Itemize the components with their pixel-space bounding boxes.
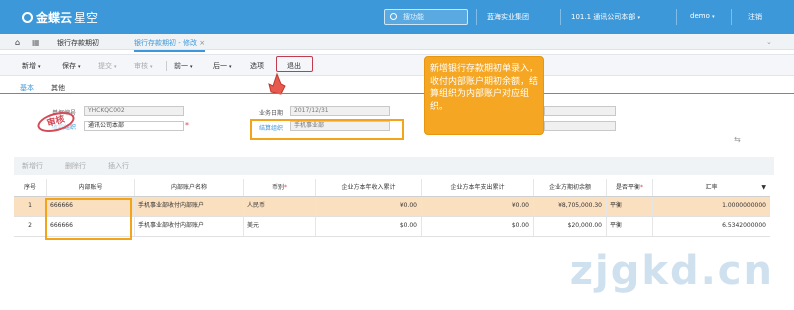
biz-date-label: 业务日期 [259, 110, 284, 117]
search-icon [390, 13, 397, 20]
account-switcher[interactable]: 101.1 通讯公司本部 ▾ [571, 12, 640, 22]
new-button[interactable]: 新增 ▾ [22, 61, 41, 71]
close-icon: × [199, 39, 206, 47]
col-income[interactable]: 企业方本年收入累计 [316, 179, 422, 196]
submit-button[interactable]: 提交 ▾ [98, 61, 117, 71]
org-field[interactable]: 通讯公司本部 [84, 121, 184, 131]
col-currency[interactable]: 币别* [244, 179, 316, 196]
tab-bank-deposit-init[interactable]: 银行存款期初 [57, 38, 99, 48]
filter-icon: ▼ [761, 184, 766, 191]
col-no: 序号 [14, 179, 47, 196]
apps-icon[interactable]: ▦ [32, 38, 40, 47]
biz-date-field[interactable]: 2017/12/31 [290, 106, 390, 116]
form-subtabs: 基本 其他 [0, 80, 794, 94]
tab-bank-deposit-init-edit[interactable]: 银行存款期初 - 修改 × [134, 38, 206, 52]
account-highlight [45, 198, 132, 240]
col-account[interactable]: 内部账号 [47, 179, 135, 196]
annotation-callout: 新增银行存款期初单录入，收付内部账户期初余额，结算组织为内部账户对应组织。 [424, 56, 544, 135]
col-rate[interactable]: 汇率 ▼ [653, 179, 770, 196]
col-balance[interactable]: 企业方期初余额 [534, 179, 607, 196]
app-logo[interactable]: 金蝶云 星空 [22, 9, 98, 26]
audit-button[interactable]: 审核 ▾ [134, 61, 153, 71]
page-tabs: ⌂ ▦ 银行存款期初 银行存款期初 - 修改 × ⌄ [0, 34, 794, 52]
insert-row-button[interactable]: 插入行 [108, 161, 129, 171]
brand-name: 金蝶云 [36, 11, 73, 25]
exit-highlight [276, 56, 313, 72]
col-expense[interactable]: 企业方本年支出累计 [422, 179, 534, 196]
bill-no-field[interactable]: YHCKQC002 [84, 106, 184, 116]
brand-sub: 星空 [74, 11, 99, 25]
extra-field-1[interactable] [544, 106, 616, 116]
settings-icon[interactable]: ⇆ [734, 135, 741, 144]
prev-button[interactable]: 前一 ▾ [174, 61, 193, 71]
top-bar: 金蝶云 星空 搜功能 蓝海实业集团 101.1 通讯公司本部 ▾ demo ▾ 注… [0, 0, 794, 34]
col-balanced[interactable]: 是否平衡* [607, 179, 653, 196]
chevron-down-icon[interactable]: ⌄ [766, 38, 772, 46]
logout-button[interactable]: 注销 [748, 12, 762, 22]
user-menu[interactable]: demo ▾ [690, 12, 715, 20]
org-switcher[interactable]: 蓝海实业集团 [487, 12, 529, 22]
watermark: zjgkd.cn [569, 248, 774, 294]
extra-field-2[interactable] [544, 121, 616, 131]
next-button[interactable]: 后一 ▾ [213, 61, 232, 71]
col-account-name[interactable]: 内部账户名称 [135, 179, 244, 196]
delete-row-button[interactable]: 删除行 [65, 161, 86, 171]
table-header: 序号 内部账号 内部账户名称 币别* 企业方本年收入累计 企业方本年支出累计 企… [14, 179, 770, 197]
home-icon[interactable]: ⌂ [15, 38, 20, 47]
search-input[interactable]: 搜功能 [384, 9, 468, 25]
settle-org-highlight [250, 119, 404, 140]
add-row-button[interactable]: 新增行 [22, 161, 43, 171]
grid-toolbar: 新增行 删除行 插入行 [14, 157, 774, 175]
save-button[interactable]: 保存 ▾ [62, 61, 81, 71]
tab-basic[interactable]: 基本 [20, 83, 34, 93]
tab-other[interactable]: 其他 [51, 83, 65, 93]
audit-stamp: 审核 [35, 108, 77, 136]
options-button[interactable]: 选项 [250, 61, 264, 71]
toolbar: 新增 ▾ 保存 ▾ 提交 ▾ 审核 ▾ 前一 ▾ 后一 ▾ 选项 退出 [0, 54, 794, 76]
